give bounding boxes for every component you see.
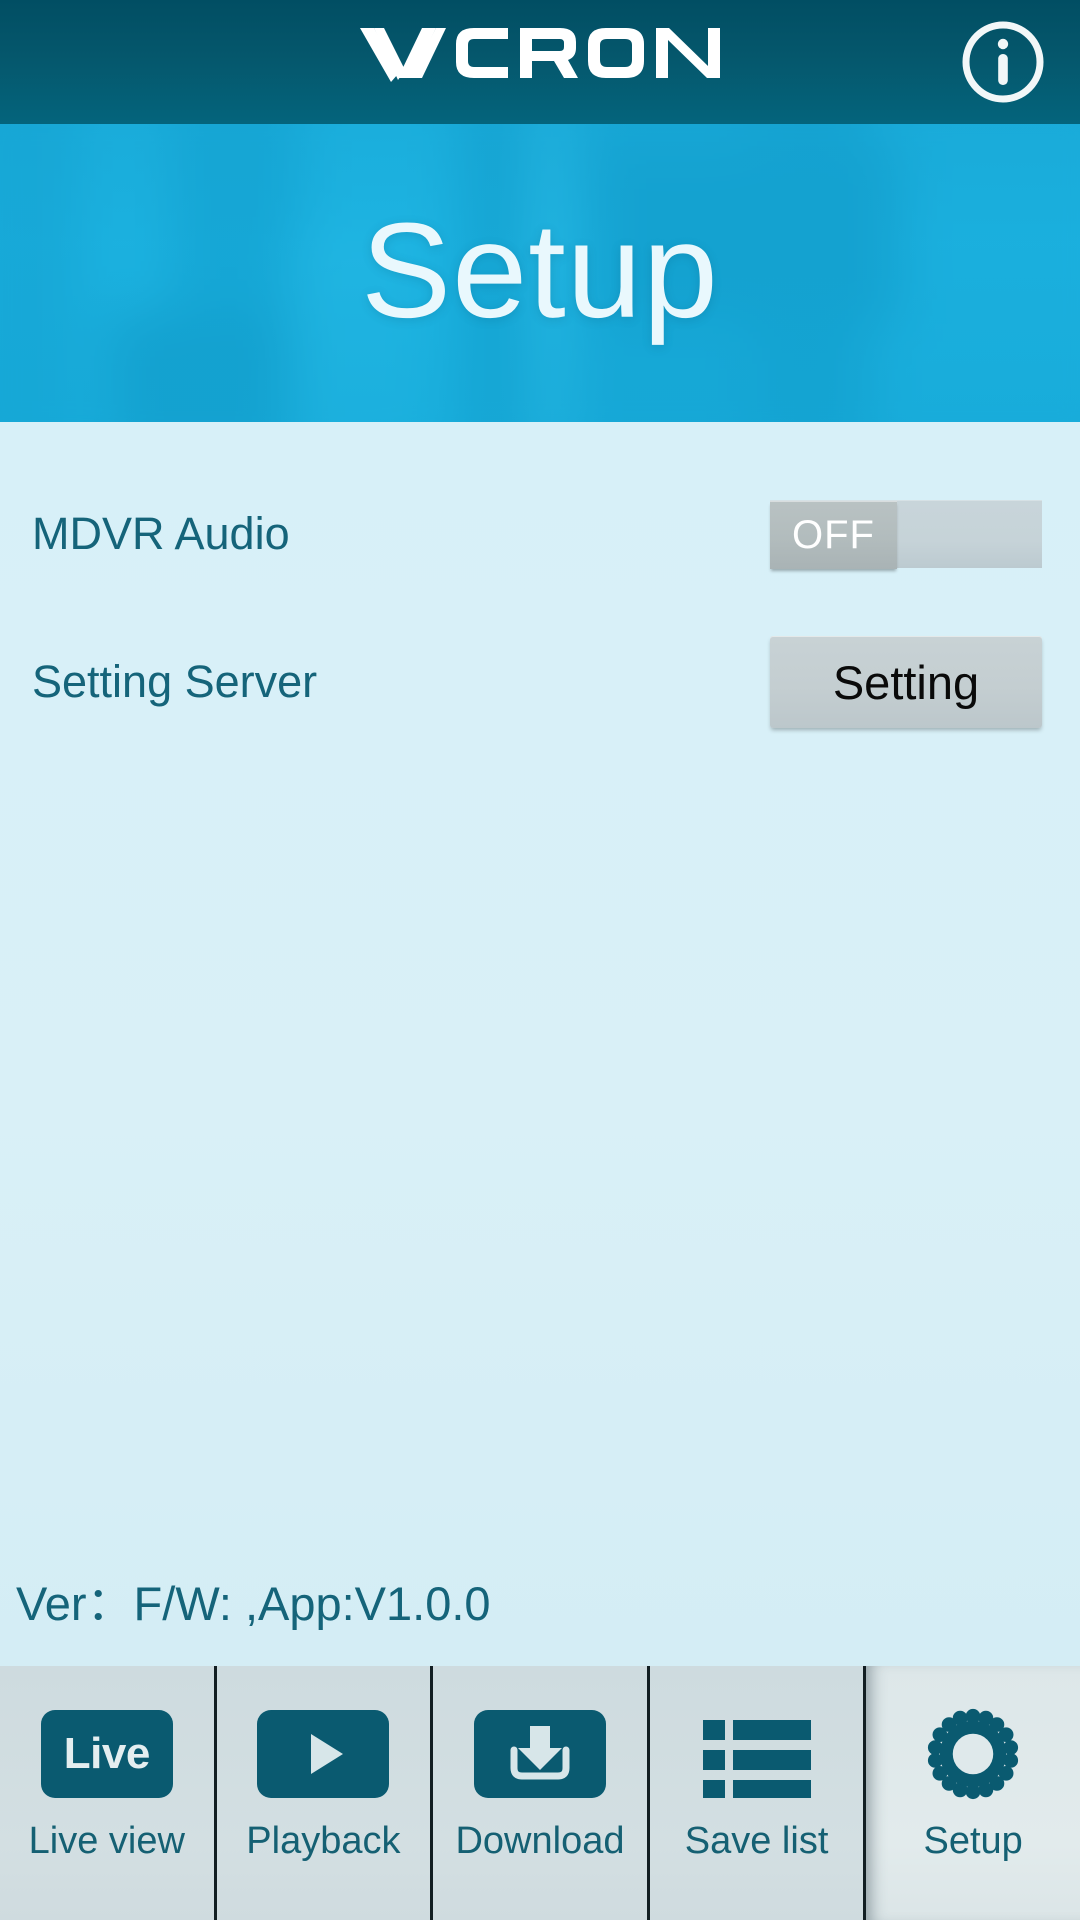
app-header <box>0 0 1080 124</box>
settings-content: MDVR Audio OFF Setting Server Setting Ve… <box>0 422 1080 1666</box>
page-title: Setup <box>361 194 719 346</box>
setting-server-button-label: Setting <box>832 655 980 709</box>
live-badge-icon: Live <box>40 1710 173 1798</box>
nav-label: Live view <box>28 1820 185 1862</box>
play-icon <box>257 1710 390 1798</box>
live-badge-text: Live <box>63 1729 151 1778</box>
version-text: Ver：F/W: ,App:V1.0.0 <box>16 1577 491 1630</box>
setting-label: Setting Server <box>32 656 318 707</box>
nav-item-download[interactable]: Download <box>430 1666 647 1920</box>
setting-server-button[interactable]: Setting <box>770 636 1042 728</box>
bottom-navigation: Live Live view Playback Download Save li… <box>0 1666 1080 1920</box>
vacron-wordmark-icon <box>360 28 720 82</box>
brand-logo <box>0 22 1080 89</box>
nav-item-save-list[interactable]: Save list <box>646 1666 864 1920</box>
nav-label: Download <box>455 1820 625 1862</box>
nav-label: Save list <box>684 1820 829 1862</box>
toggle-state-label: OFF <box>792 512 875 557</box>
setting-row-mdvr-audio: MDVR Audio OFF <box>0 484 1080 584</box>
download-tray-icon <box>473 1710 606 1798</box>
setting-label: MDVR Audio <box>32 508 290 559</box>
nav-item-setup[interactable]: Setup <box>863 1666 1080 1920</box>
nav-item-playback[interactable]: Playback <box>213 1666 431 1920</box>
nav-label: Setup <box>923 1820 1023 1862</box>
nav-label: Playback <box>246 1820 401 1862</box>
gear-icon <box>907 1708 1039 1800</box>
list-icon <box>691 1710 823 1798</box>
nav-item-live-view[interactable]: Live Live view <box>0 1666 214 1920</box>
app-screen: Setup MDVR Audio OFF Setting Server Sett… <box>0 0 1080 1920</box>
setting-row-setting-server: Setting Server Setting <box>0 632 1080 732</box>
info-icon[interactable] <box>959 18 1047 106</box>
page-banner: Setup <box>0 124 1080 422</box>
toggle-knob[interactable]: OFF <box>770 501 897 569</box>
mdvr-audio-toggle[interactable]: OFF <box>770 500 1042 569</box>
